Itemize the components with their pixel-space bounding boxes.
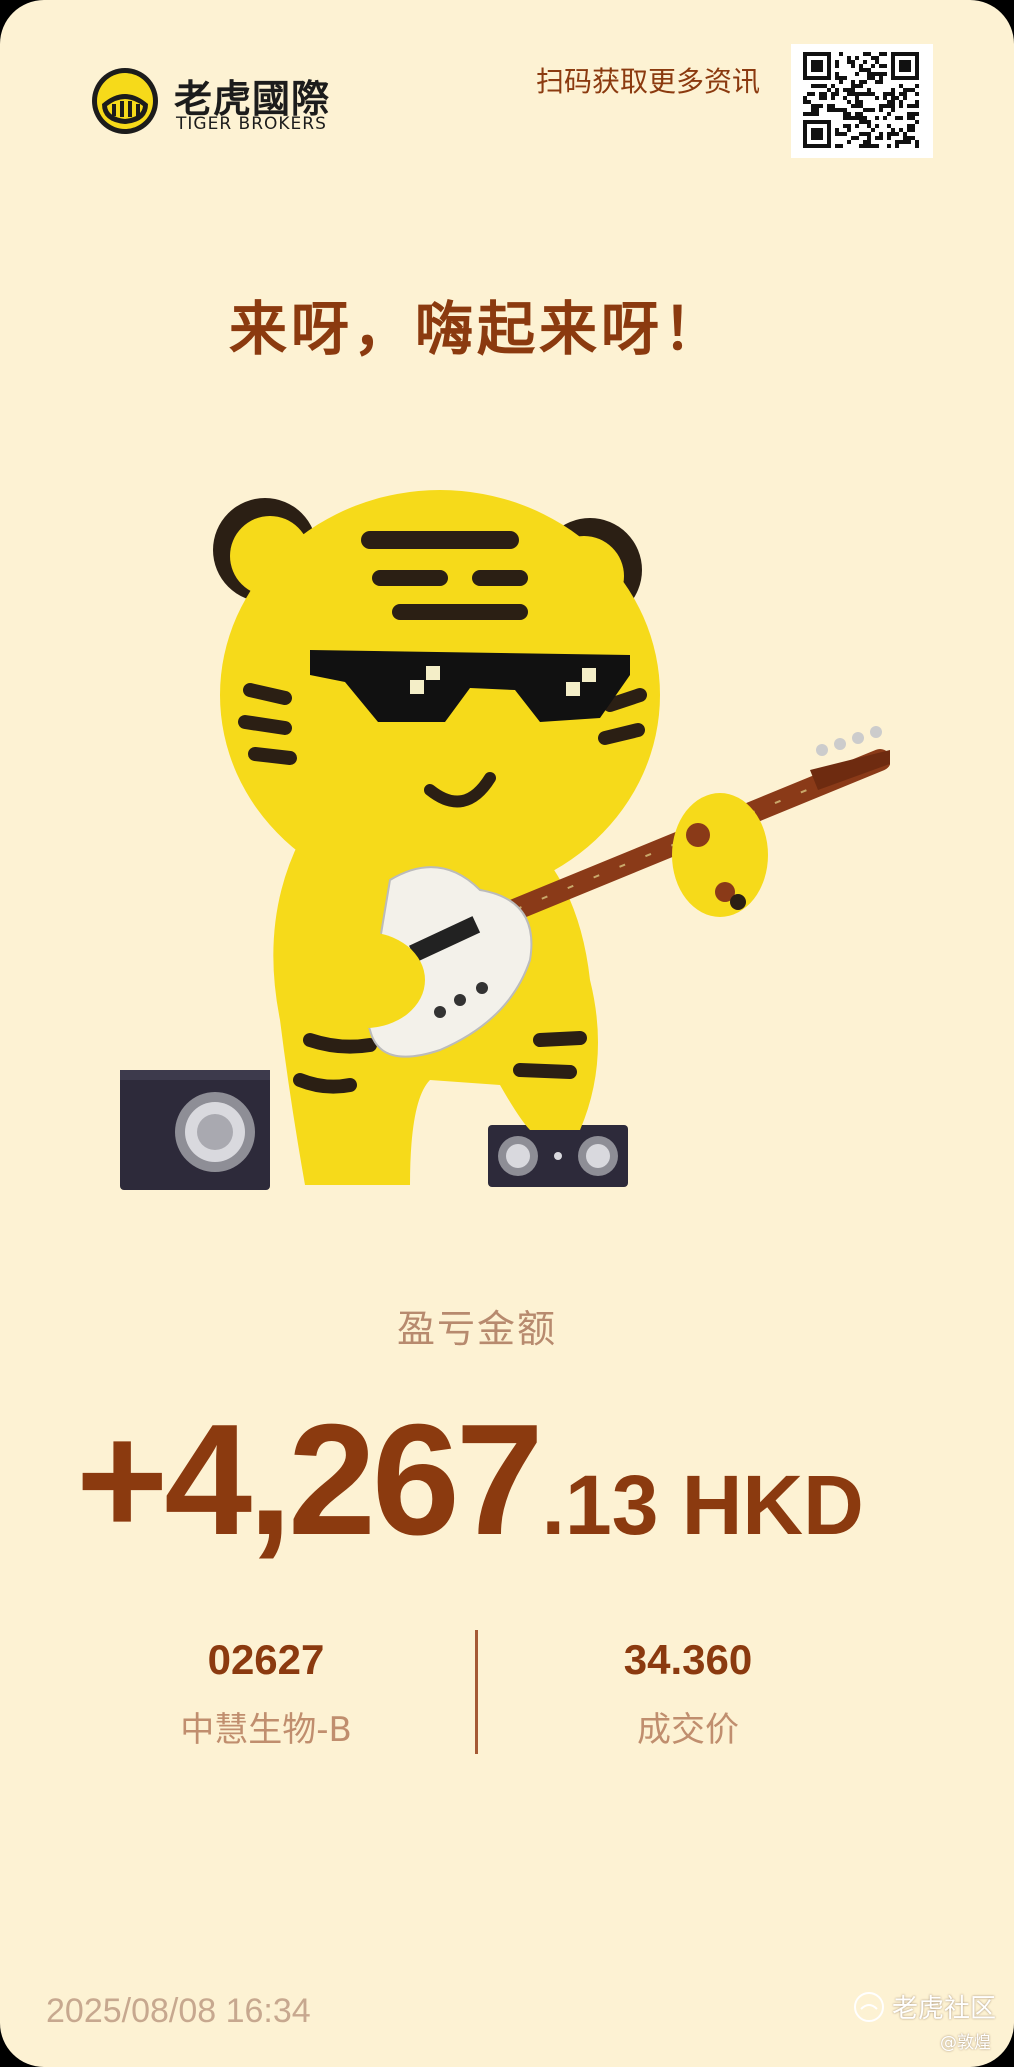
tiger-logo-icon [92,68,158,134]
pnl-amount-main: +4,267 [76,1392,544,1568]
community-watermark: 老虎社区 @敦煌 [848,1988,1008,2058]
speaker-left-icon [120,1070,270,1190]
share-card: 老虎國際 TIGER BROKERS 扫码获取更多资讯 来呀，嗨起来呀！ 盈亏金… [0,0,1014,2067]
trade-price: 34.360 [623,1636,753,1683]
stock-name: 中慧生物-B [180,1710,352,1750]
trade-price-label: 成交价 [637,1710,739,1750]
community-logo-icon [854,1992,884,2022]
watermark-user: @敦煌 [940,2033,991,2053]
watermark-community: 老虎社区 [892,1994,997,2024]
stock-code: 02627 [207,1636,325,1683]
headline: 来呀，嗨起来呀！ [228,295,725,363]
pnl-amount-fraction: .13 HKD [541,1458,864,1552]
pnl-amount: +4,267.13 HKD [76,1390,864,1571]
stat-divider [475,1630,478,1754]
stock-info: 02627 中慧生物-B [86,1636,446,1751]
brand-name-en: TIGER BROKERS [176,114,327,134]
qr-prompt: 扫码获取更多资讯 [535,65,760,98]
pnl-label: 盈亏金额 [396,1307,557,1351]
tiger-guitar-mascot [120,490,890,1190]
price-info: 34.360 成交价 [508,1636,868,1751]
qr-code[interactable] [791,44,933,158]
timestamp: 2025/08/08 16:34 [46,1992,311,2030]
tiger-brokers-logo: 老虎國際 TIGER BROKERS [90,66,330,138]
speaker-right-icon [488,1125,628,1187]
qr-code-icon [803,52,919,148]
